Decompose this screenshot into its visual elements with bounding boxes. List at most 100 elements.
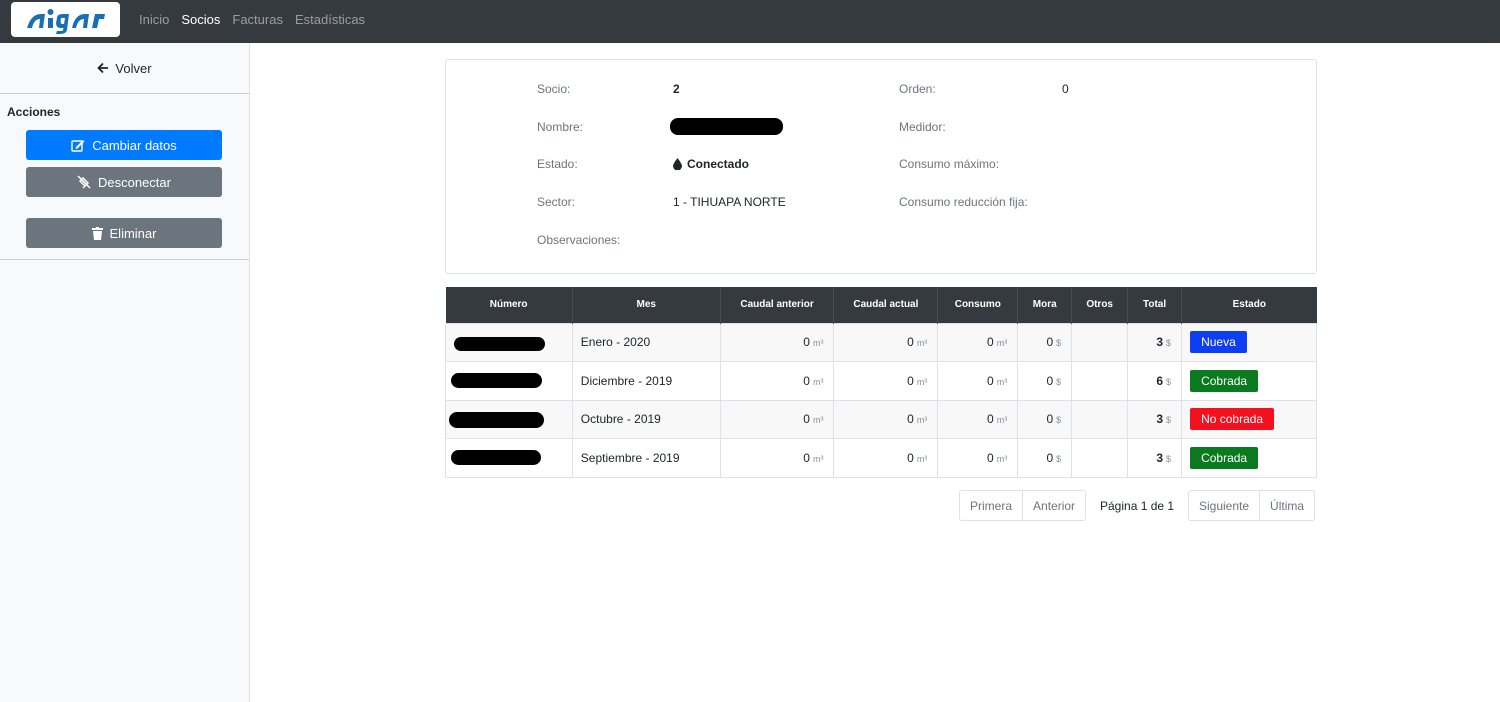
unit-m3: m³ bbox=[996, 415, 1008, 426]
trash-icon bbox=[91, 226, 103, 240]
prev-page-button[interactable]: Anterior bbox=[1022, 491, 1085, 520]
plug-off-icon bbox=[77, 175, 91, 189]
value: 0 bbox=[907, 412, 914, 427]
unit-m3: m³ bbox=[812, 338, 824, 349]
cell-estado: No cobrada bbox=[1181, 399, 1317, 439]
col-total: Total bbox=[1127, 287, 1183, 323]
last-page-button[interactable]: Última bbox=[1259, 491, 1314, 520]
value: 0 bbox=[803, 450, 810, 465]
value-sector: 1 - TIHUAPA NORTE bbox=[673, 195, 786, 209]
unit-currency: $ bbox=[1166, 338, 1172, 349]
value-socio: 2 bbox=[673, 82, 680, 96]
unit-currency: $ bbox=[1056, 338, 1062, 349]
delete-label: Eliminar bbox=[109, 225, 157, 241]
col-caudal-anterior: Caudal anterior bbox=[720, 287, 835, 323]
status-badge: Nueva bbox=[1190, 331, 1247, 354]
value-orden: 0 bbox=[1062, 82, 1069, 96]
value-estado: Conectado bbox=[673, 157, 749, 171]
cell-total: 3 $ bbox=[1127, 399, 1183, 439]
delete-button[interactable]: Eliminar bbox=[26, 218, 222, 248]
redacted-number bbox=[449, 411, 544, 428]
unit-m3: m³ bbox=[996, 376, 1008, 387]
edit-data-label: Cambiar datos bbox=[92, 137, 177, 153]
value: 0 bbox=[803, 373, 810, 388]
unit-currency: $ bbox=[1166, 376, 1172, 387]
next-page-button[interactable]: Siguiente bbox=[1189, 491, 1259, 520]
cell-otros bbox=[1071, 322, 1129, 362]
cell-mora: 0 $ bbox=[1017, 361, 1073, 401]
unit-m3: m³ bbox=[916, 415, 928, 426]
unit-currency: $ bbox=[1056, 376, 1062, 387]
brand-logo[interactable] bbox=[11, 2, 120, 37]
water-drop-icon bbox=[673, 158, 682, 170]
cell-mes: Diciembre - 2019 bbox=[571, 361, 721, 401]
sidebar: Volver Acciones Cambiar datos Desconecta… bbox=[0, 43, 250, 702]
value: 0 bbox=[1046, 373, 1054, 388]
table-header-row: Número Mes Caudal anterior Caudal actual… bbox=[445, 287, 1317, 323]
cell-consumo: 0 m³ bbox=[937, 322, 1019, 362]
cell-mora: 0 $ bbox=[1017, 322, 1073, 362]
value: 0 bbox=[987, 412, 994, 427]
sidebar-divider bbox=[0, 259, 249, 260]
label-socio: Socio: bbox=[537, 82, 571, 96]
cell-consumo: 0 m³ bbox=[937, 361, 1019, 401]
value: 3 bbox=[1156, 335, 1164, 350]
cell-caudal-anterior: 0 m³ bbox=[719, 399, 835, 439]
table-row[interactable]: Octubre - 2019 0 m³ 0 m³ 0 m³ 0 $ 3 $ No cobr… bbox=[445, 399, 1317, 439]
cell-caudal-actual: 0 m³ bbox=[833, 438, 939, 478]
label-sector: Sector: bbox=[537, 195, 576, 209]
cell-estado: Cobrada bbox=[1181, 361, 1317, 401]
cell-numero bbox=[445, 438, 573, 478]
page-info: Página 1 de 1 bbox=[1100, 499, 1175, 513]
cell-mes: Enero - 2020 bbox=[571, 322, 721, 362]
value: 6 bbox=[1156, 373, 1164, 388]
value: 0 bbox=[907, 373, 914, 388]
cell-total: 3 $ bbox=[1127, 322, 1183, 362]
cell-mes: Octubre - 2019 bbox=[571, 399, 721, 439]
value: 3 bbox=[1156, 450, 1164, 465]
cell-total: 6 $ bbox=[1127, 361, 1183, 401]
value: 0 bbox=[987, 335, 994, 350]
first-page-button[interactable]: Primera bbox=[960, 491, 1022, 520]
unit-m3: m³ bbox=[916, 376, 928, 387]
status-badge: Cobrada bbox=[1190, 369, 1259, 392]
table-row[interactable]: Diciembre - 2019 0 m³ 0 m³ 0 m³ 0 $ 6 $ Cobra… bbox=[445, 361, 1317, 401]
cell-otros bbox=[1071, 438, 1129, 478]
label-observaciones: Observaciones: bbox=[537, 233, 621, 247]
label-medidor: Medidor: bbox=[899, 120, 946, 134]
value: 0 bbox=[907, 450, 914, 465]
cell-numero bbox=[445, 361, 573, 401]
cell-caudal-anterior: 0 m³ bbox=[719, 361, 835, 401]
nav-link-socios[interactable]: Socios bbox=[181, 12, 220, 27]
col-mes: Mes bbox=[572, 287, 721, 323]
disconnect-button[interactable]: Desconectar bbox=[26, 167, 222, 197]
label-nombre: Nombre: bbox=[537, 120, 584, 134]
unit-m3: m³ bbox=[812, 376, 824, 387]
cell-numero bbox=[445, 399, 573, 439]
edit-data-button[interactable]: Cambiar datos bbox=[26, 130, 222, 160]
nav-link-inicio[interactable]: Inicio bbox=[139, 12, 169, 27]
unit-m3: m³ bbox=[916, 338, 928, 349]
col-numero: Número bbox=[445, 287, 573, 323]
cell-caudal-actual: 0 m³ bbox=[833, 399, 939, 439]
nav-link-facturas[interactable]: Facturas bbox=[232, 12, 283, 27]
aigar-logo-icon bbox=[27, 9, 105, 34]
label-estado: Estado: bbox=[537, 157, 578, 171]
back-label: Volver bbox=[115, 60, 152, 76]
table-row[interactable]: Enero - 2020 0 m³ 0 m³ 0 m³ 0 $ 3 $ Nueva bbox=[445, 322, 1317, 362]
nav-link-estadisticas[interactable]: Estadísticas bbox=[295, 12, 365, 27]
table-row[interactable]: Septiembre - 2019 0 m³ 0 m³ 0 m³ 0 $ 3 $ Cobr… bbox=[445, 438, 1317, 478]
value: 0 bbox=[907, 335, 914, 350]
unit-m3: m³ bbox=[996, 453, 1008, 464]
actions-title: Acciones bbox=[7, 105, 61, 119]
unit-m3: m³ bbox=[916, 453, 928, 464]
unit-m3: m³ bbox=[812, 453, 824, 464]
cell-mora: 0 $ bbox=[1017, 438, 1073, 478]
cell-otros bbox=[1071, 399, 1129, 439]
cell-mora: 0 $ bbox=[1017, 399, 1073, 439]
back-button[interactable]: Volver bbox=[0, 43, 249, 94]
value: 0 bbox=[1046, 335, 1054, 350]
cell-consumo: 0 m³ bbox=[937, 399, 1019, 439]
label-orden: Orden: bbox=[899, 82, 936, 96]
value: 0 bbox=[1046, 450, 1054, 465]
